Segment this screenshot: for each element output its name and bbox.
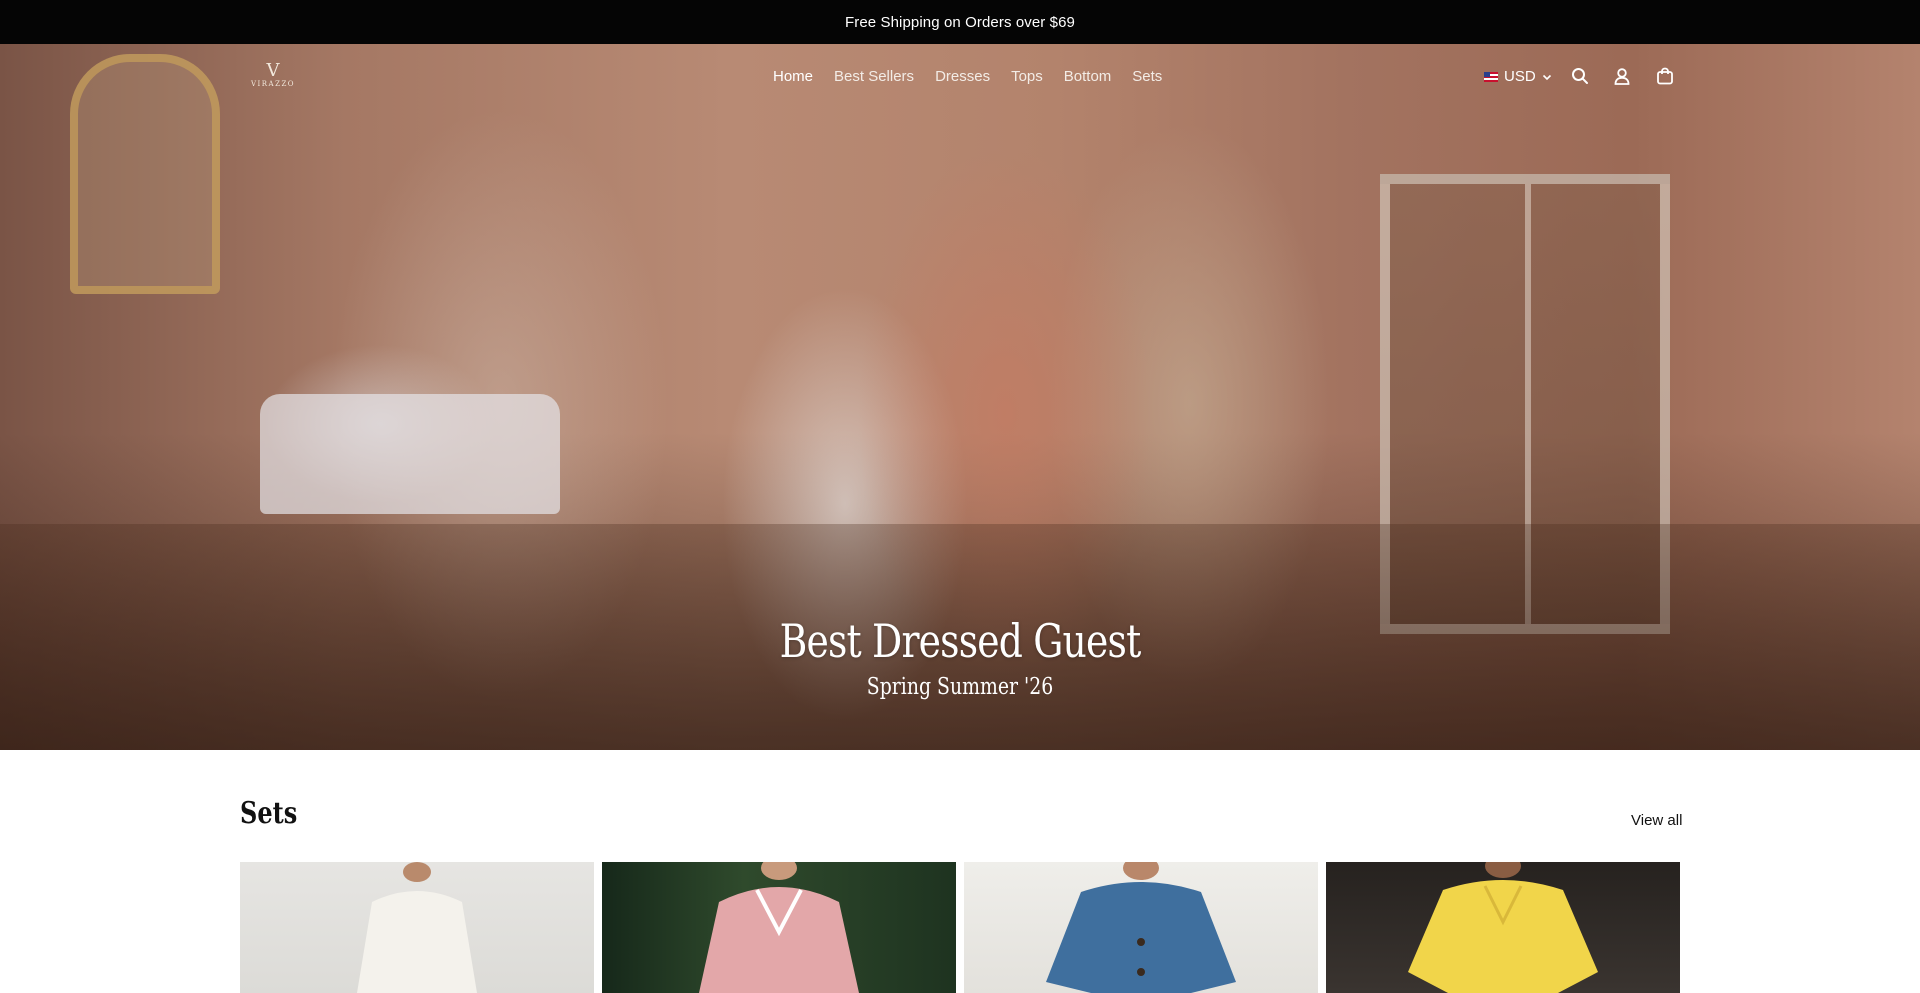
search-button[interactable] bbox=[1570, 66, 1590, 86]
product-image bbox=[357, 862, 477, 993]
section-title-sets: Sets bbox=[240, 796, 298, 831]
product-image bbox=[699, 862, 859, 993]
hero-banner[interactable]: Best Dressed Guest Spring Summer '26 bbox=[0, 44, 1920, 750]
hero-title: Best Dressed Guest bbox=[779, 614, 1142, 668]
hero-table-decor bbox=[260, 394, 560, 514]
hero-subtitle: Spring Summer '26 bbox=[866, 674, 1054, 700]
cart-icon bbox=[1657, 67, 1673, 85]
product-card[interactable] bbox=[964, 862, 1318, 993]
main-nav: Home Best Sellers Dresses Tops Bottom Se… bbox=[773, 68, 1162, 85]
us-flag-icon bbox=[1484, 71, 1498, 82]
garment-shape bbox=[1046, 882, 1236, 993]
brand-logo[interactable]: V VIRAZZO bbox=[248, 62, 298, 92]
announcement-bar: Free Shipping on Orders over $69 bbox=[0, 0, 1920, 44]
product-card[interactable] bbox=[1326, 862, 1680, 993]
product-image bbox=[1046, 862, 1236, 993]
view-all-link[interactable]: View all bbox=[1631, 812, 1682, 829]
nav-item-home[interactable]: Home bbox=[773, 68, 813, 85]
product-image bbox=[1408, 862, 1598, 993]
logo-mark: V bbox=[266, 60, 280, 81]
garment-shape bbox=[1408, 880, 1598, 993]
account-icon bbox=[1614, 68, 1630, 85]
nav-item-sets[interactable]: Sets bbox=[1132, 68, 1162, 85]
product-card[interactable] bbox=[240, 862, 594, 993]
cart-button[interactable] bbox=[1655, 66, 1675, 86]
nav-item-tops[interactable]: Tops bbox=[1011, 68, 1043, 85]
nav-item-bottom[interactable]: Bottom bbox=[1064, 68, 1112, 85]
announcement-text: Free Shipping on Orders over $69 bbox=[845, 13, 1075, 31]
search-icon bbox=[1572, 68, 1588, 84]
logo-word: VIRAZZO bbox=[250, 80, 296, 88]
account-button[interactable] bbox=[1612, 66, 1632, 86]
nav-item-best-sellers[interactable]: Best Sellers bbox=[834, 68, 914, 85]
currency-label: USD bbox=[1504, 68, 1536, 85]
hero-mirror-decor bbox=[70, 54, 220, 294]
product-card[interactable] bbox=[602, 862, 956, 993]
currency-selector[interactable]: USD bbox=[1484, 68, 1552, 85]
garment-shape bbox=[699, 887, 859, 993]
chevron-down-icon bbox=[1542, 74, 1551, 80]
nav-item-dresses[interactable]: Dresses bbox=[935, 68, 990, 85]
garment-shape bbox=[357, 891, 477, 993]
